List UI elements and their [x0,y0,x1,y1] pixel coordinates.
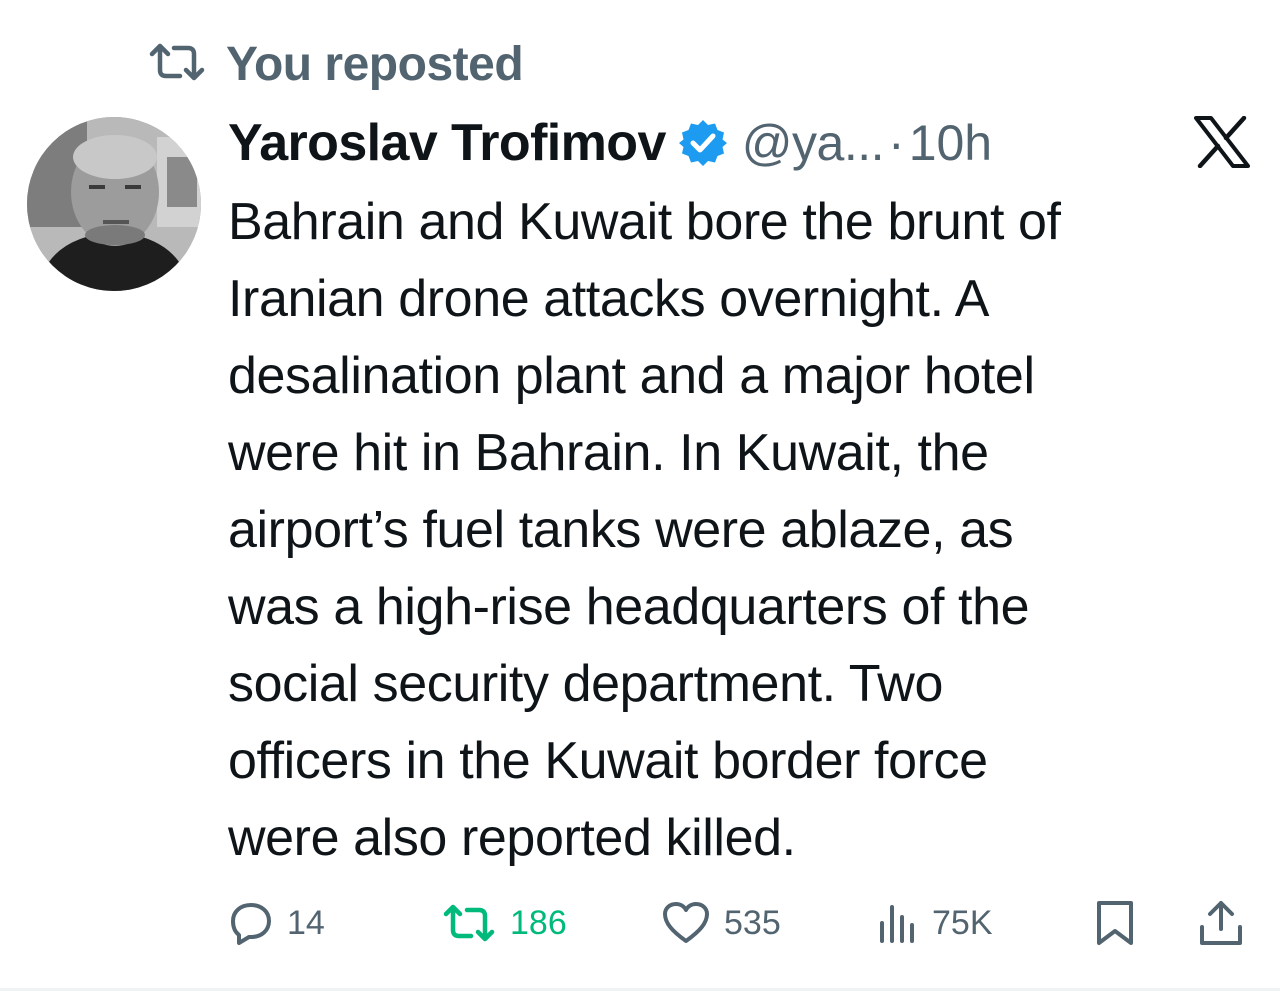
share-button[interactable] [1198,893,1244,953]
timestamp[interactable]: 10h [909,114,992,172]
share-icon [1198,899,1244,947]
tweet-text: Bahrain and Kuwait bore the brunt of Ira… [228,184,1248,877]
tweet-header: Yaroslav Trofimov @ya... · 10h [228,108,992,178]
repost-action-icon [442,903,496,943]
views-button[interactable]: 75K [878,893,993,953]
repost-label: You reposted [226,37,524,91]
tweet-line: Iranian drone attacks overnight. A [228,270,990,328]
reply-count: 14 [287,903,325,942]
repost-banner: You reposted [148,36,524,92]
author-name[interactable]: Yaroslav Trofimov [228,113,666,173]
tweet-line: Bahrain and Kuwait bore the brunt of [228,193,1061,251]
bookmark-icon [1095,899,1135,947]
tweet-line: were hit in Bahrain. In Kuwait, the [228,424,989,482]
bookmark-button[interactable] [1095,893,1135,953]
like-count: 535 [724,903,781,942]
tweet-line: social security department. Two [228,655,943,713]
reply-button[interactable]: 14 [229,893,325,953]
tweet-line: officers in the Kuwait border force [228,732,988,790]
verified-badge-icon [678,118,728,168]
heart-icon [662,901,710,945]
like-button[interactable]: 535 [662,893,781,953]
repost-icon [148,42,206,87]
author-handle[interactable]: @ya... [742,114,885,172]
avatar[interactable] [27,117,201,291]
tweet-line: were also reported killed. [228,809,796,867]
views-icon [878,901,918,945]
views-count: 75K [932,903,993,942]
tweet-line: desalination plant and a major hotel [228,347,1035,405]
repost-count: 186 [510,903,567,942]
repost-button[interactable]: 186 [442,893,567,953]
reply-icon [229,901,273,945]
separator-dot: · [888,115,905,171]
tweet-line: airport’s fuel tanks were ablaze, as [228,501,1014,559]
action-bar: 14 186 535 75K [0,893,1280,953]
x-logo-icon [1194,115,1250,169]
tweet-line: was a high-rise headquarters of the [228,578,1030,636]
